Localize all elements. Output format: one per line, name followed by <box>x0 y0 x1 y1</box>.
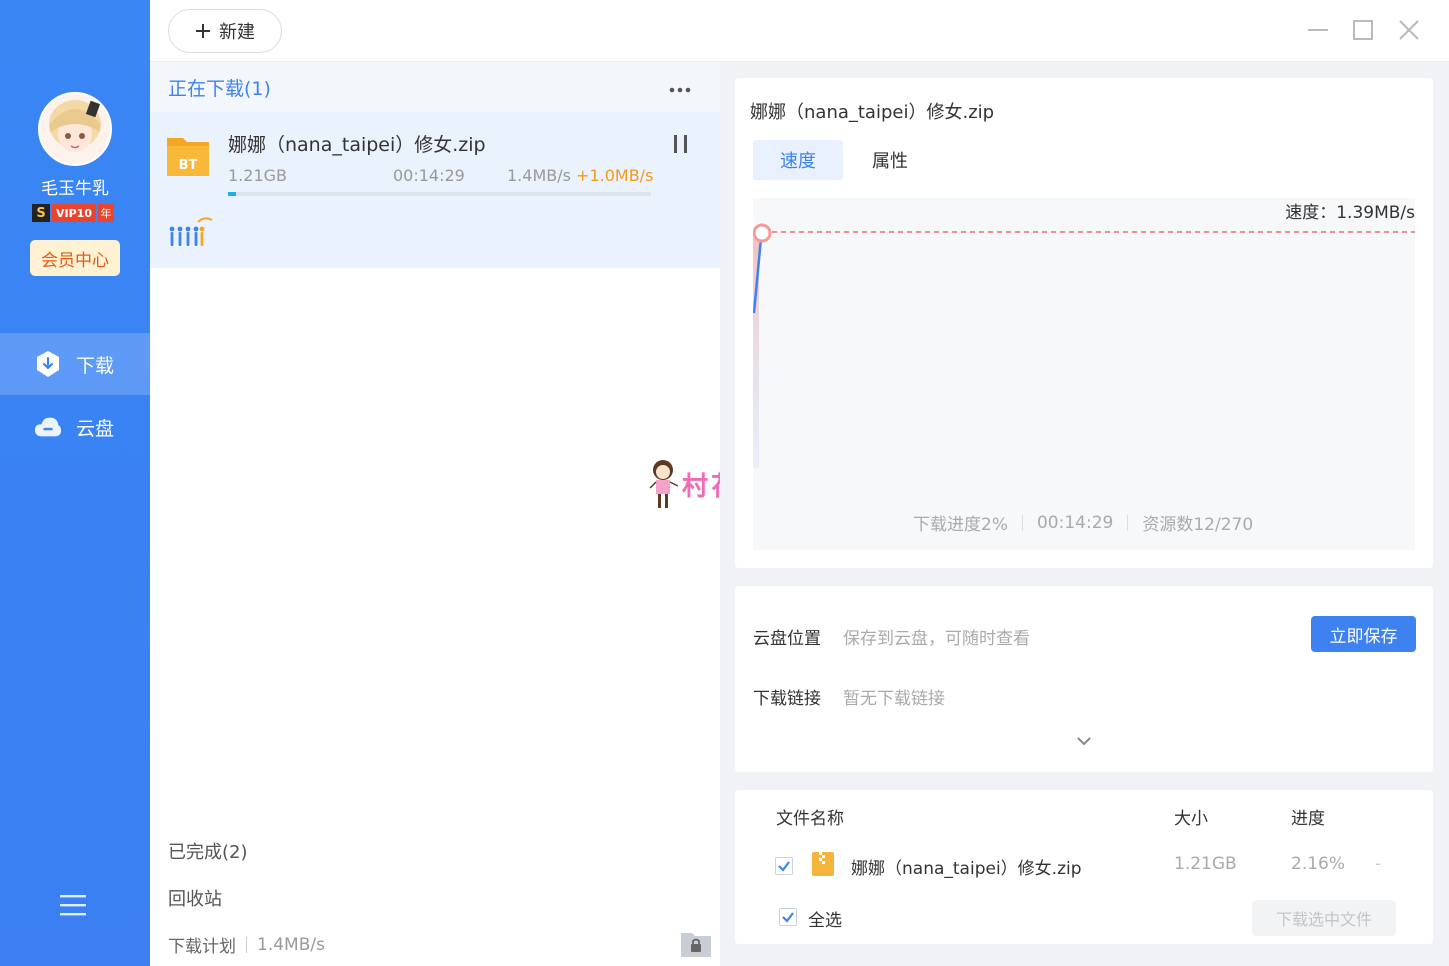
cloud-location-value: 保存到云盘，可随时查看 <box>843 629 1030 649</box>
tab-properties[interactable]: 属性 <box>845 140 935 180</box>
download-selected-button[interactable]: 下载选中文件 <box>1252 900 1396 936</box>
bt-file-label: BT <box>179 158 198 173</box>
downloading-section-title[interactable]: 正在下载(1) <box>168 74 271 101</box>
stats-divider <box>1127 514 1129 531</box>
nav-item-cloud[interactable]: 云盘 <box>0 396 150 458</box>
task-name: 娜娜（nana_taipei）修女.zip <box>228 134 486 156</box>
download-list-panel: 正在下载(1) BT 娜娜（nana_taipei）修女.zip 1.21GB … <box>150 62 720 966</box>
maximize-icon[interactable] <box>1351 18 1375 42</box>
plan-divider <box>246 936 247 953</box>
sidebar: 毛玉牛乳 S VIP10 年 会员中心 下载 云盘 <box>0 0 150 966</box>
completed-link[interactable]: 已完成(2) <box>168 838 248 864</box>
download-link-value: 暂无下载链接 <box>843 689 945 709</box>
file-checkbox[interactable] <box>775 857 793 875</box>
avatar-image <box>40 94 110 164</box>
speed-readout: 速度：1.39MB/s <box>1285 203 1415 223</box>
file-size: 1.21GB <box>1174 854 1237 874</box>
stats-divider <box>1021 514 1023 531</box>
cloud-icon <box>34 413 62 441</box>
task-speed-group: 1.4MB/s +1.0MB/s <box>507 166 653 185</box>
download-plan-label: 下载计划 <box>168 937 236 957</box>
vip-level-badge: VIP10 <box>52 204 96 222</box>
task-progress-bar <box>228 192 651 196</box>
member-center-button[interactable]: 会员中心 <box>30 240 120 276</box>
chevron-down-icon[interactable] <box>1075 732 1093 746</box>
task-time-left: 00:14:29 <box>393 166 465 185</box>
download-link-label: 下载链接 <box>753 689 821 709</box>
download-shield-icon <box>34 350 62 378</box>
vip-badge-group: S VIP10 年 <box>32 204 114 222</box>
task-speed: 1.4MB/s <box>507 166 571 185</box>
stat-time: 00:14:29 <box>1036 512 1114 533</box>
new-task-label: 新建 <box>219 22 255 43</box>
username: 毛玉牛乳 <box>41 179 109 199</box>
select-all-label[interactable]: 全选 <box>808 906 842 931</box>
vip-s-badge: S <box>32 204 50 222</box>
cloud-info-card: 云盘位置 保存到云盘，可随时查看 立即保存 下载链接 暂无下载链接 <box>735 586 1433 772</box>
task-speed-bonus: +1.0MB/s <box>576 166 654 185</box>
top-bar: 新建 <box>150 0 1449 62</box>
nav-item-download[interactable]: 下载 <box>0 333 150 395</box>
speed-card: 娜娜（nana_taipei）修女.zip 速度 属性 速度：1.39MB/s … <box>735 78 1433 568</box>
column-header-progress: 进度 <box>1291 809 1325 829</box>
lock-folder-icon[interactable] <box>680 927 712 959</box>
current-speed-marker <box>753 223 772 243</box>
column-header-name: 文件名称 <box>776 809 844 829</box>
vip-year-badge: 年 <box>97 204 114 222</box>
more-icon[interactable] <box>668 80 692 93</box>
download-plan-row[interactable]: 下载计划 1.4MB/s <box>168 932 325 958</box>
zip-file-icon <box>811 851 835 881</box>
file-list-row[interactable]: 娜娜（nana_taipei）修女.zip 1.21GB 2.16% - <box>735 848 1433 884</box>
stat-progress: 下载进度2% <box>913 515 1008 535</box>
nav-item-label: 下载 <box>76 354 115 377</box>
tab-speed[interactable]: 速度 <box>753 140 843 180</box>
pause-icon[interactable] <box>672 134 690 154</box>
file-name: 娜娜（nana_taipei）修女.zip <box>851 859 1082 879</box>
watermark-girl-icon <box>649 460 679 508</box>
download-plan-speed: 1.4MB/s <box>257 934 325 955</box>
speed-chart: 速度：1.39MB/s 下载进度2% 00:14:29 资源数12/270 <box>753 198 1415 550</box>
speed-chart-svg <box>753 223 1415 468</box>
column-header-size: 大小 <box>1174 809 1208 829</box>
save-now-button[interactable]: 立即保存 <box>1311 616 1416 652</box>
download-stats-row: 下载进度2% 00:14:29 资源数12/270 <box>913 510 1254 536</box>
nav-item-label: 云盘 <box>76 417 115 440</box>
select-all-checkbox[interactable] <box>779 908 797 926</box>
hamburger-menu-icon[interactable] <box>60 893 86 917</box>
check-icon <box>778 861 790 872</box>
download-task-row[interactable]: BT 娜娜（nana_taipei）修女.zip 1.21GB 00:14:29… <box>150 112 720 268</box>
peer-connection-icon <box>168 216 216 252</box>
task-size: 1.21GB <box>228 166 287 185</box>
file-list-card: 文件名称 大小 进度 娜娜（nana_taipei）修女.zip 1.21GB … <box>735 790 1433 944</box>
new-task-button[interactable]: 新建 <box>168 9 282 53</box>
detail-file-title: 娜娜（nana_taipei）修女.zip <box>750 102 995 123</box>
recycle-bin-link[interactable]: 回收站 <box>168 885 222 911</box>
close-icon[interactable] <box>1397 18 1421 42</box>
avatar[interactable] <box>38 92 112 166</box>
check-icon <box>782 912 794 923</box>
cloud-location-label: 云盘位置 <box>753 629 821 649</box>
downloading-section-header: 正在下载(1) <box>150 62 720 112</box>
bt-file-icon: BT <box>165 132 211 178</box>
file-extra: - <box>1375 854 1382 874</box>
file-progress: 2.16% <box>1291 854 1346 874</box>
plus-icon <box>196 24 210 38</box>
stat-sources: 资源数12/270 <box>1142 515 1254 535</box>
minimize-icon[interactable] <box>1306 18 1330 42</box>
detail-panel: 娜娜（nana_taipei）修女.zip 速度 属性 速度：1.39MB/s … <box>720 62 1449 966</box>
task-progress-fill <box>228 192 237 196</box>
